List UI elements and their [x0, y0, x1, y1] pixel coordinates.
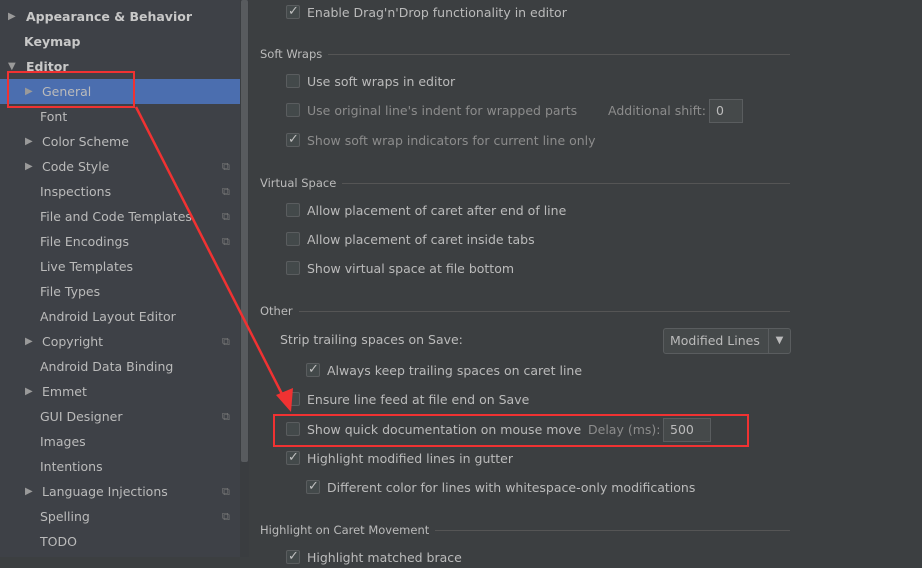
- annotation-arrow: [134, 106, 293, 412]
